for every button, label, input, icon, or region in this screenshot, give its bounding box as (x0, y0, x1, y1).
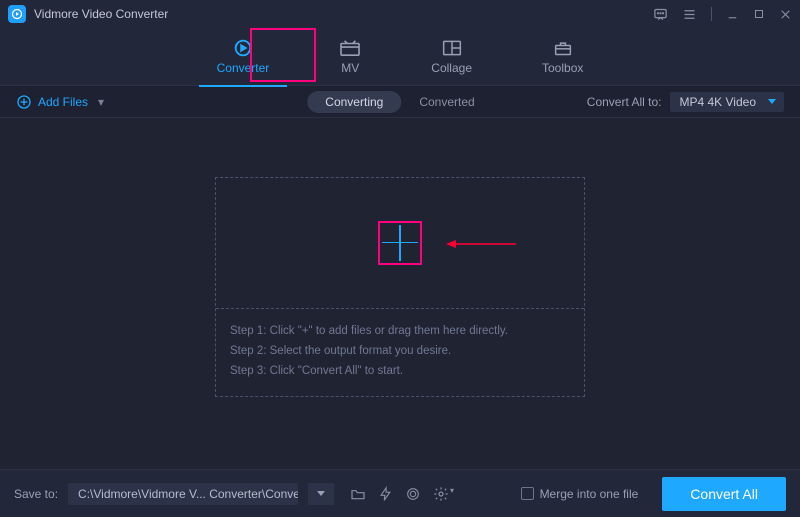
menu-icon[interactable] (682, 7, 697, 22)
instructions: Step 1: Click "+" to add files or drag t… (216, 308, 584, 393)
tab-label: Converter (217, 61, 270, 75)
sub-tabs: Converting Converted (307, 91, 492, 113)
output-path[interactable]: C:\Vidmore\Vidmore V... Converter\Conver… (68, 483, 298, 505)
footer-bar: Save to: C:\Vidmore\Vidmore V... Convert… (0, 469, 800, 517)
format-value: MP4 4K Video (680, 95, 757, 109)
step3-text: Step 3: Click "Convert All" to start. (230, 361, 570, 381)
high-speed-icon[interactable] (405, 486, 421, 502)
save-to-label: Save to: (14, 487, 58, 501)
subtab-converted[interactable]: Converted (401, 91, 492, 113)
toolbox-icon (552, 39, 574, 57)
tab-label: Toolbox (542, 61, 583, 75)
merge-label: Merge into one file (540, 487, 639, 501)
merge-checkbox[interactable]: Merge into one file (521, 487, 639, 501)
main-tabs: Converter MV Collage Toolbox (0, 28, 800, 86)
secondary-toolbar: Add Files ▾ Converting Converted Convert… (0, 86, 800, 118)
checkbox-icon (521, 487, 534, 500)
add-files-label: Add Files (38, 95, 88, 109)
converter-icon (232, 39, 254, 57)
app-logo-icon (8, 5, 26, 23)
title-bar: Vidmore Video Converter (0, 0, 800, 28)
chevron-down-icon: ▾ (98, 95, 104, 109)
plus-circle-icon (16, 94, 32, 110)
drop-zone[interactable]: Step 1: Click "+" to add files or drag t… (215, 177, 585, 397)
tab-toolbox[interactable]: Toolbox (530, 35, 595, 79)
drop-top (216, 178, 584, 308)
step1-text: Step 1: Click "+" to add files or drag t… (230, 321, 570, 341)
add-files-button[interactable]: Add Files ▾ (16, 94, 104, 110)
settings-icon[interactable]: ▾ (433, 486, 454, 502)
collage-icon (441, 39, 463, 57)
convert-all-to-label: Convert All to: (587, 95, 662, 109)
output-path-dropdown[interactable] (308, 483, 334, 505)
tab-label: MV (341, 61, 359, 75)
step2-text: Step 2: Select the output format you des… (230, 341, 570, 361)
minimize-icon[interactable] (726, 8, 739, 21)
close-icon[interactable] (779, 8, 792, 21)
app-title: Vidmore Video Converter (34, 7, 653, 21)
hardware-accel-icon[interactable] (378, 486, 393, 502)
annotation-arrow-icon (446, 240, 516, 248)
mv-icon (339, 39, 361, 57)
add-files-plus-button[interactable] (378, 221, 422, 265)
open-folder-icon[interactable] (350, 487, 366, 501)
tab-converter[interactable]: Converter (205, 35, 282, 79)
maximize-icon[interactable] (753, 8, 765, 20)
convert-all-button[interactable]: Convert All (662, 477, 786, 511)
output-format-select[interactable]: MP4 4K Video (670, 92, 785, 112)
content-area: Step 1: Click "+" to add files or drag t… (0, 118, 800, 455)
tab-collage[interactable]: Collage (419, 35, 484, 79)
plus-icon (380, 223, 420, 263)
feedback-icon[interactable] (653, 7, 668, 22)
tab-label: Collage (431, 61, 472, 75)
tab-mv[interactable]: MV (327, 35, 373, 79)
divider (711, 7, 712, 21)
subtab-converting[interactable]: Converting (307, 91, 401, 113)
